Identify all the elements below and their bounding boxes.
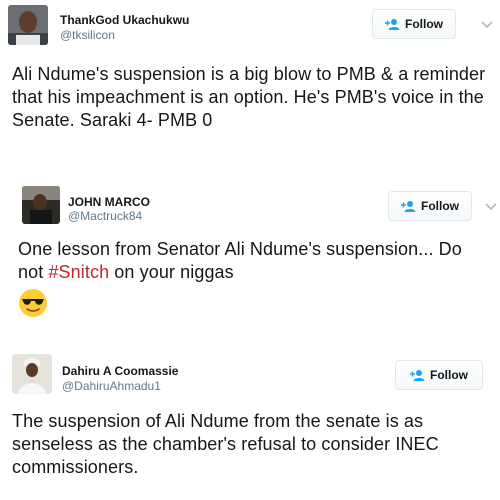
author-handle[interactable]: @Mactruck84 <box>68 209 142 223</box>
add-user-icon <box>401 201 416 212</box>
follow-label: Follow <box>405 17 443 31</box>
follow-button[interactable]: Follow <box>372 9 456 39</box>
tweet-text: Ali Ndume's suspension is a big blow to … <box>12 64 486 130</box>
follow-label: Follow <box>430 368 468 382</box>
author-name[interactable]: JOHN MARCO <box>68 195 150 209</box>
add-user-icon <box>385 19 400 30</box>
avatar[interactable] <box>8 5 48 45</box>
tweet-card: ThankGod Ukachukwu @tksilicon Follow Ali… <box>0 0 500 180</box>
chevron-down-icon[interactable] <box>480 17 494 31</box>
chevron-down-icon[interactable] <box>484 199 498 213</box>
avatar[interactable] <box>22 186 60 224</box>
author-name[interactable]: ThankGod Ukachukwu <box>60 13 189 27</box>
sunglasses-emoji-icon <box>19 289 47 317</box>
author-handle[interactable]: @tksilicon <box>60 28 115 42</box>
follow-label: Follow <box>421 199 459 213</box>
avatar[interactable] <box>12 354 52 394</box>
tweet-card: JOHN MARCO @Mactruck84 Follow One lesson… <box>0 180 500 340</box>
hashtag-link[interactable]: #Snitch <box>48 262 109 282</box>
follow-button[interactable]: Follow <box>388 191 472 221</box>
tweet-text-end: on your niggas <box>109 262 234 282</box>
tweet-card: Dahiru A Coomassie @DahiruAhmadu1 Follow… <box>0 345 500 500</box>
tweet-text: The suspension of Ali Ndume from the sen… <box>12 411 439 477</box>
follow-button[interactable]: Follow <box>395 360 483 390</box>
author-name[interactable]: Dahiru A Coomassie <box>62 364 178 378</box>
tweet-text: One lesson from Senator Ali Ndume's susp… <box>18 238 488 318</box>
add-user-icon <box>410 370 425 381</box>
author-handle[interactable]: @DahiruAhmadu1 <box>62 379 161 393</box>
